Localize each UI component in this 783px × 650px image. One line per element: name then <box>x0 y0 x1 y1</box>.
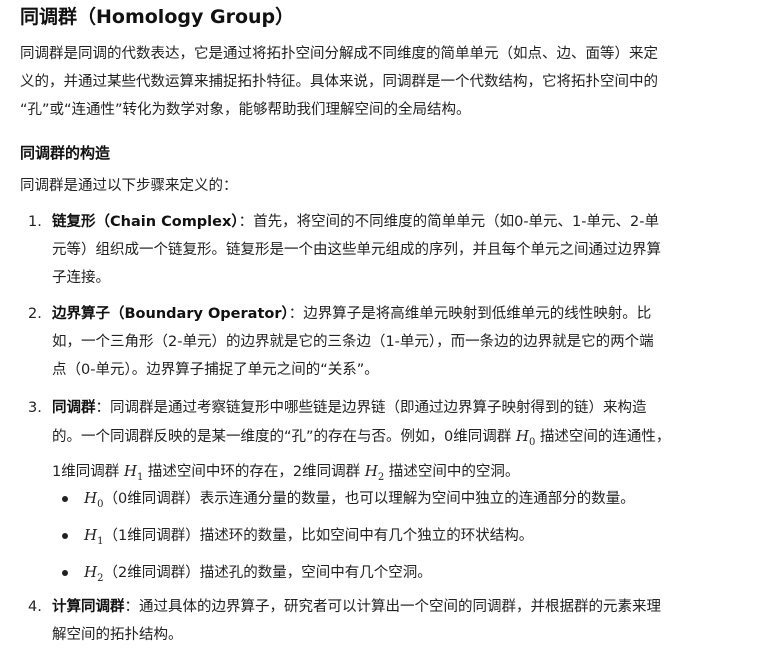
list-text: 点（0-单元）。边界算子捕捉了单元之间的“关系”。 <box>52 362 379 378</box>
list-item: 1. 链复形（Chain Complex）：首先，将空间的不同维度的简单单元（如… <box>28 208 744 292</box>
list-text: 的。一个同调群反映的是某一维度的“孔”的存在与否。例如，0维同调群 <box>52 429 512 445</box>
bullet-dot <box>62 533 68 539</box>
list-text: 描述空间中的空洞。 <box>388 464 520 480</box>
bullet-item: H0（0维同调群）表示连通分量的数量，也可以理解为空间中独立的连通部分的数量。 <box>62 484 742 519</box>
list-text: 描述空间的连通性， <box>539 429 671 445</box>
bullet-dot <box>62 496 68 502</box>
list-text: 元等）组织成一个链复形。链复形是一个由这些单元组成的序列，并且每个单元之间通过边… <box>52 242 661 258</box>
page-title: 同调群（Homology Group） <box>20 6 295 28</box>
bullet-item: H1（1维同调群）描述环的数量，比如空间中有几个独立的环状结构。 <box>62 521 742 556</box>
list-text: 1维同调群 <box>52 464 120 480</box>
list-number: 4. <box>28 599 42 615</box>
list-item-text: 同调群：同调群是通过考察链复形中哪些链是边界链（即通过边界算子映射得到的链）来构… <box>52 394 744 492</box>
list-item: 3. 同调群：同调群是通过考察链复形中哪些链是边界链（即通过边界算子映射得到的链… <box>28 394 744 492</box>
intro-paragraph: 同调群是同调的代数表达，它是通过将拓扑空间分解成不同维度的简单单元（如点、边、面… <box>20 40 742 124</box>
list-number: 1. <box>28 214 42 230</box>
list-text: 子连接。 <box>52 270 110 286</box>
list-term: 链复形（Chain Complex） <box>52 214 239 230</box>
intro-line-3: “孔”或“连通性”转化为数学对象，能够帮助我们理解空间的全局结构。 <box>20 102 471 118</box>
math-h2: H2 <box>364 462 385 483</box>
list-item: 2. 边界算子（Boundary Operator）：边界算子是将高维单元映射到… <box>28 300 744 384</box>
list-text: ：边界算子是将高维单元映射到低维单元的线性映射。比 <box>288 306 652 322</box>
math-h0: H0 <box>84 489 104 510</box>
list-term: 边界算子（Boundary Operator） <box>52 306 289 322</box>
intro-line-2: 义的，并通过某些代数运算来捕捉拓扑特征。具体来说，同调群是一个代数结构，它将拓扑… <box>20 74 658 90</box>
list-item-text: 边界算子（Boundary Operator）：边界算子是将高维单元映射到低维单… <box>52 300 744 384</box>
list-text: 解空间的拓扑结构。 <box>52 627 183 643</box>
list-item-text: 链复形（Chain Complex）：首先，将空间的不同维度的简单单元（如0-单… <box>52 208 744 292</box>
list-text: ：同调群是通过考察链复形中哪些链是边界链（即通过边界算子映射得到的链）来构造 <box>95 400 647 416</box>
list-term: 计算同调群 <box>52 599 125 615</box>
list-text: 如，一个三角形（2-单元）的边界就是它的三条边（1-单元），而一条边的边界就是它… <box>52 334 654 350</box>
list-number: 3. <box>28 400 42 416</box>
list-number: 2. <box>28 306 42 322</box>
section-lead: 同调群是通过以下步骤来定义的： <box>20 178 238 194</box>
document-page: 同调群（Homology Group） 同调群是同调的代数表达，它是通过将拓扑空… <box>0 0 783 650</box>
list-text: ：首先，将空间的不同维度的简单单元（如0-单元、1-单元、2-单 <box>238 214 659 230</box>
list-item-text: 计算同调群：通过具体的边界算子，研究者可以计算出一个空间的同调群，并根据群的元素… <box>52 593 744 649</box>
bullet-dot <box>62 570 68 576</box>
list-text: ：通过具体的边界算子，研究者可以计算出一个空间的同调群，并根据群的元素来理 <box>124 599 662 615</box>
list-item: 4. 计算同调群：通过具体的边界算子，研究者可以计算出一个空间的同调群，并根据群… <box>28 593 744 649</box>
bullet-item: H2（2维同调群）描述孔的数量，空间中有几个空洞。 <box>62 558 742 593</box>
math-h2: H2 <box>84 563 104 584</box>
section-heading: 同调群的构造 <box>20 144 111 162</box>
bullet-text: （2维同调群）描述孔的数量，空间中有几个空洞。 <box>103 565 432 581</box>
intro-line-1: 同调群是同调的代数表达，它是通过将拓扑空间分解成不同维度的简单单元（如点、边、面… <box>20 46 658 62</box>
list-text: 描述空间中环的存在，2维同调群 <box>147 464 361 480</box>
math-h1: H1 <box>84 526 104 547</box>
math-h0: H0 <box>515 427 536 448</box>
bullet-text: （1维同调群）描述环的数量，比如空间中有几个独立的环状结构。 <box>103 528 534 544</box>
list-term: 同调群 <box>52 400 96 416</box>
bullet-text: （0维同调群）表示连通分量的数量，也可以理解为空间中独立的连通部分的数量。 <box>103 491 635 507</box>
math-h1: H1 <box>123 462 144 483</box>
